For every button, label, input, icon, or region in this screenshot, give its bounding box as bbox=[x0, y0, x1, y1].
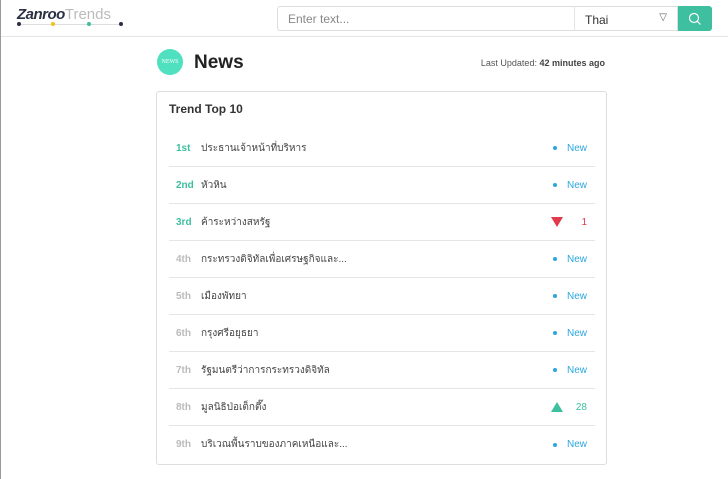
rank: 9th bbox=[176, 439, 191, 450]
rank: 7th bbox=[176, 364, 191, 376]
bullet-icon bbox=[552, 368, 557, 372]
rank: 6th bbox=[176, 327, 191, 339]
list-item[interactable]: 5th เมืองพัทยา New bbox=[169, 278, 595, 315]
keyword-link[interactable]: กรุงศรีอยุธยา bbox=[201, 326, 258, 341]
rank-status: 28 bbox=[551, 402, 587, 413]
last-updated: Last Updated: 42 minutes ago bbox=[480, 58, 605, 68]
list-item[interactable]: 2nd หัวหิน New bbox=[169, 167, 595, 204]
rank-status: New bbox=[552, 290, 587, 302]
rank-status: New bbox=[552, 253, 587, 265]
bullet-icon bbox=[552, 442, 557, 447]
keyword-link[interactable]: บริเวณพื้นราบของภาคเหนือและ... bbox=[201, 437, 348, 452]
chevron-down-icon: ▽ bbox=[659, 12, 667, 23]
top-header: ZanrooTrends Thai▽ bbox=[1, 0, 728, 37]
status-badge: New bbox=[566, 327, 587, 339]
trend-list: 1st ประธานเจ้าหน้าที่บริหาร New 2nd หัวหิน Ne… bbox=[169, 130, 595, 463]
list-item[interactable]: 6th กรุงศรีอยุธยา New bbox=[169, 315, 595, 352]
logo[interactable]: ZanrooTrends bbox=[17, 6, 111, 23]
rank: 4th bbox=[176, 253, 191, 265]
rank-status: 1 bbox=[551, 217, 587, 228]
status-badge: New bbox=[566, 364, 587, 376]
keyword-link[interactable]: มูลนิธิป่อเต็กตึ๊ง bbox=[201, 400, 266, 415]
language-select[interactable]: Thai ▽ bbox=[574, 6, 678, 31]
status-badge: New bbox=[566, 179, 587, 191]
trend-card: Trend Top 10 1st ประธานเจ้าหน้าที่บริหาร N… bbox=[156, 91, 607, 465]
keyword-link[interactable]: รัฐมนตรีว่าการกระทรวงดิจิทัล bbox=[201, 363, 330, 378]
list-item[interactable]: 1st ประธานเจ้าหน้าที่บริหาร New bbox=[169, 130, 595, 167]
keyword-link[interactable]: เมืองพัทยา bbox=[201, 289, 247, 304]
bullet-icon bbox=[552, 331, 557, 335]
news-icon: NEWS bbox=[157, 49, 183, 75]
status-badge: New bbox=[566, 439, 587, 450]
bullet-icon bbox=[552, 294, 557, 298]
rank: 8th bbox=[176, 401, 191, 413]
arrow-down-icon bbox=[551, 217, 563, 227]
status-badge: New bbox=[566, 142, 587, 154]
rank-change: 28 bbox=[575, 401, 587, 413]
list-item[interactable]: 4th กระทรวงดิจิทัลเพื่อเศรษฐกิจและ... New bbox=[169, 241, 595, 278]
bullet-icon bbox=[552, 183, 557, 187]
rank-status: New bbox=[552, 142, 587, 154]
status-badge: New bbox=[566, 290, 587, 302]
rank: 1st bbox=[176, 142, 191, 154]
rank: 2nd bbox=[176, 179, 194, 191]
page-title: News bbox=[194, 52, 244, 73]
rank-change: 1 bbox=[581, 216, 587, 228]
list-item[interactable]: 7th รัฐมนตรีว่าการกระทรวงดิจิทัล New bbox=[169, 352, 595, 389]
keyword-link[interactable]: หัวหิน bbox=[201, 178, 227, 193]
rank: 3rd bbox=[176, 216, 192, 228]
search-icon bbox=[688, 12, 701, 25]
arrow-up-icon bbox=[551, 402, 563, 412]
list-item[interactable]: 9th บริเวณพื้นราบของภาคเหนือและ... New bbox=[169, 426, 595, 463]
rank-status: New bbox=[552, 364, 587, 376]
list-item[interactable]: 3rd ค้าระหว่างสหรัฐ 1 bbox=[169, 204, 595, 241]
status-badge: New bbox=[566, 253, 587, 265]
rank-status: New bbox=[552, 179, 587, 191]
logo-dots bbox=[17, 22, 123, 28]
keyword-link[interactable]: กระทรวงดิจิทัลเพื่อเศรษฐกิจและ... bbox=[201, 252, 347, 267]
search-input[interactable] bbox=[277, 6, 575, 31]
rank-status: New bbox=[552, 439, 587, 450]
search-button[interactable] bbox=[678, 6, 712, 31]
bullet-icon bbox=[552, 146, 557, 150]
keyword-link[interactable]: ประธานเจ้าหน้าที่บริหาร bbox=[201, 141, 306, 156]
rank: 5th bbox=[176, 290, 191, 302]
card-title: Trend Top 10 bbox=[169, 102, 243, 116]
rank-status: New bbox=[552, 327, 587, 339]
keyword-link[interactable]: ค้าระหว่างสหรัฐ bbox=[201, 215, 270, 230]
list-item[interactable]: 8th มูลนิธิป่อเต็กตึ๊ง 28 bbox=[169, 389, 595, 426]
bullet-icon bbox=[552, 257, 557, 261]
